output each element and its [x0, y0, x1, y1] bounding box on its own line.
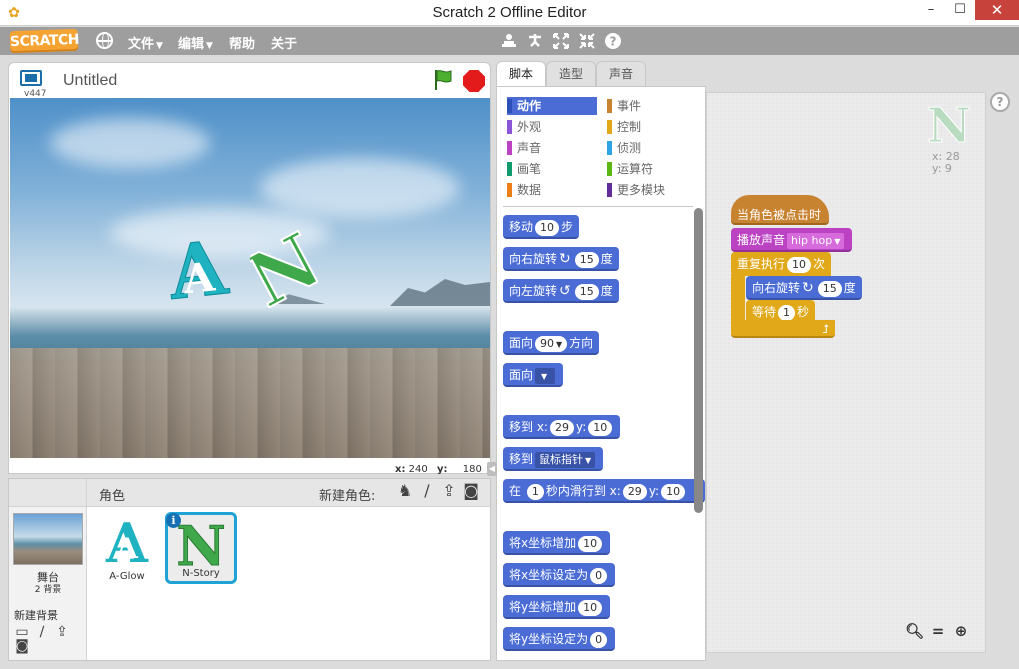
block-goto-xy[interactable]: 移到 x: 29 y: 10: [503, 415, 621, 439]
svg-text:N: N: [927, 100, 971, 148]
menu-help[interactable]: 帮助: [229, 33, 255, 52]
scripts-area[interactable]: [706, 92, 986, 653]
block-point-towards[interactable]: 面向 ▼: [503, 363, 564, 387]
paint-sprite-icon[interactable]: ∕: [419, 483, 435, 499]
category-pen[interactable]: 画笔: [507, 160, 597, 178]
paint-brush-icon[interactable]: ∕: [34, 625, 50, 639]
mouse-x-readout: x: 240: [395, 464, 428, 475]
green-flag-icon[interactable]: [433, 69, 453, 91]
language-globe-icon[interactable]: [96, 32, 113, 49]
distant-hills: [390, 279, 490, 306]
category-operators[interactable]: 运算符: [607, 160, 697, 178]
duplicate-icon[interactable]: [500, 32, 518, 50]
new-sprite-label: 新建角色:: [319, 489, 376, 504]
block-set-x[interactable]: 将x坐标设定为 0: [503, 563, 616, 587]
minimize-button[interactable]: –: [917, 0, 945, 20]
block-move-steps[interactable]: 移动 10 步: [503, 215, 580, 239]
sprite-name-a-glow: A-Glow: [109, 571, 145, 582]
sprite-n-story[interactable]: N: [250, 230, 318, 308]
category-control[interactable]: 控制: [607, 118, 697, 136]
script-turn-right[interactable]: 向右旋转 ↻ 15 度: [746, 276, 862, 300]
backdrop-count: 2 背景: [34, 585, 62, 595]
tab-costumes[interactable]: 造型: [546, 61, 596, 87]
upload-sprite-icon[interactable]: ⇪: [441, 483, 457, 499]
camera-sprite-icon[interactable]: ◙: [463, 483, 479, 499]
svg-text:N: N: [250, 230, 318, 308]
stage-canvas[interactable]: A A N: [10, 98, 490, 458]
maximize-button[interactable]: ☐: [946, 0, 974, 20]
svg-text:?: ?: [610, 35, 617, 49]
zoom-in-icon[interactable]: ⊕: [952, 622, 970, 640]
sprite-panel: 舞台 2 背景 新建背景 ▭ ∕ ⇪◙ 角色 新建角色: ♞ ∕ ⇪ ◙ A A A-Gl…: [8, 478, 491, 661]
block-change-x[interactable]: 将x坐标增加 10: [503, 531, 611, 555]
presentation-mode-icon[interactable]: [20, 70, 42, 86]
collapse-stage-icon[interactable]: ◀: [487, 462, 497, 476]
info-icon[interactable]: i: [166, 513, 181, 528]
repeat-loop-arrow-icon: ⮥: [731, 320, 835, 338]
camera-icon[interactable]: ◙: [14, 639, 30, 653]
sprite-name-n-story: N-Story: [182, 568, 220, 579]
menu-file[interactable]: 文件 ▼: [128, 33, 163, 52]
category-sensing[interactable]: 侦测: [607, 139, 697, 157]
sprite-thumb-a: A A: [105, 511, 149, 575]
category-looks[interactable]: 外观: [507, 118, 597, 136]
category-events[interactable]: 事件: [607, 97, 697, 115]
block-change-y[interactable]: 将y坐标增加 10: [503, 595, 611, 619]
tab-sounds[interactable]: 声音: [596, 61, 646, 87]
paint-backdrop-landscape-icon[interactable]: ▭: [14, 625, 30, 639]
category-more-blocks[interactable]: 更多模块: [607, 181, 697, 199]
sprite-tile-n-story[interactable]: i N N-Story: [165, 512, 237, 584]
stop-sign-icon[interactable]: [463, 70, 485, 92]
title-bar: ✿ Scratch 2 Offline Editor – ☐ ✕: [0, 0, 1019, 26]
stage-thumbnail[interactable]: [13, 513, 83, 565]
mouse-y-readout: y: 180: [437, 464, 482, 475]
block-turn-right[interactable]: 向右旋转 ↻ 15 度: [503, 247, 619, 271]
window-title: Scratch 2 Offline Editor: [432, 4, 587, 21]
shrink-icon[interactable]: [578, 32, 596, 50]
sprite-list-header: 角色 新建角色: ♞ ∕ ⇪ ◙: [87, 479, 490, 507]
tab-scripts[interactable]: 脚本: [496, 61, 546, 88]
category-sound[interactable]: 声音: [507, 139, 597, 157]
block-turn-left[interactable]: 向左旋转 ↺ 15 度: [503, 279, 619, 303]
current-sprite-thumbnail: N: [927, 100, 972, 148]
help-circle-icon[interactable]: ?: [990, 92, 1010, 112]
stage-column: 舞台 2 背景 新建背景 ▭ ∕ ⇪◙: [9, 479, 87, 660]
script-hat-when-clicked[interactable]: 当角色被点击时: [731, 195, 829, 225]
menu-about[interactable]: 关于: [271, 33, 297, 52]
palette-scrollbar[interactable]: [694, 208, 703, 513]
repeat-c-body: [731, 274, 745, 322]
grow-icon[interactable]: [552, 32, 570, 50]
menu-edit[interactable]: 编辑 ▼: [178, 33, 213, 52]
sprite-a-glow[interactable]: A A: [158, 230, 238, 310]
svg-text:A: A: [180, 253, 218, 303]
cut-icon[interactable]: [526, 32, 544, 50]
script-play-sound[interactable]: 播放声音 hip hop ▼: [731, 228, 853, 252]
block-glide[interactable]: 在 1 秒内滑行到 x: 29 y: 10: [503, 479, 705, 503]
block-goto-target[interactable]: 移到 鼠标指针 ▼: [503, 447, 604, 471]
rotate-clockwise-icon-script: ↻: [802, 280, 814, 296]
category-data[interactable]: 数据: [507, 181, 597, 199]
sprite-library-icon[interactable]: ♞: [397, 483, 413, 499]
block-set-y[interactable]: 将y坐标设定为 0: [503, 627, 616, 651]
script-repeat[interactable]: 重复执行 10 次: [731, 252, 832, 276]
sprites-title: 角色: [99, 489, 126, 504]
scratch-logo[interactable]: SCRATCH: [9, 28, 79, 54]
new-backdrop-label: 新建背景: [14, 609, 58, 622]
rotate-counterclockwise-icon: ↺: [559, 283, 571, 299]
rotate-clockwise-icon: ↻: [559, 251, 571, 267]
project-title[interactable]: Untitled: [63, 72, 117, 90]
upload-backdrop-icon[interactable]: ⇪: [54, 625, 70, 639]
menu-bar: SCRATCH 文件 ▼ 编辑 ▼ 帮助 关于 ?: [0, 27, 1019, 55]
sprite-y-readout: y: 9: [932, 162, 952, 175]
close-button[interactable]: ✕: [975, 0, 1019, 20]
zoom-reset-icon[interactable]: =: [929, 622, 947, 640]
category-motion[interactable]: 动作: [507, 97, 597, 115]
svg-text:N: N: [176, 515, 225, 569]
sprite-tile-a-glow[interactable]: A A A-Glow: [91, 511, 163, 584]
help-icon[interactable]: ?: [604, 32, 622, 50]
svg-text:A: A: [115, 532, 139, 565]
block-point-in-direction[interactable]: 面向 90 ▼ 方向: [503, 331, 600, 355]
